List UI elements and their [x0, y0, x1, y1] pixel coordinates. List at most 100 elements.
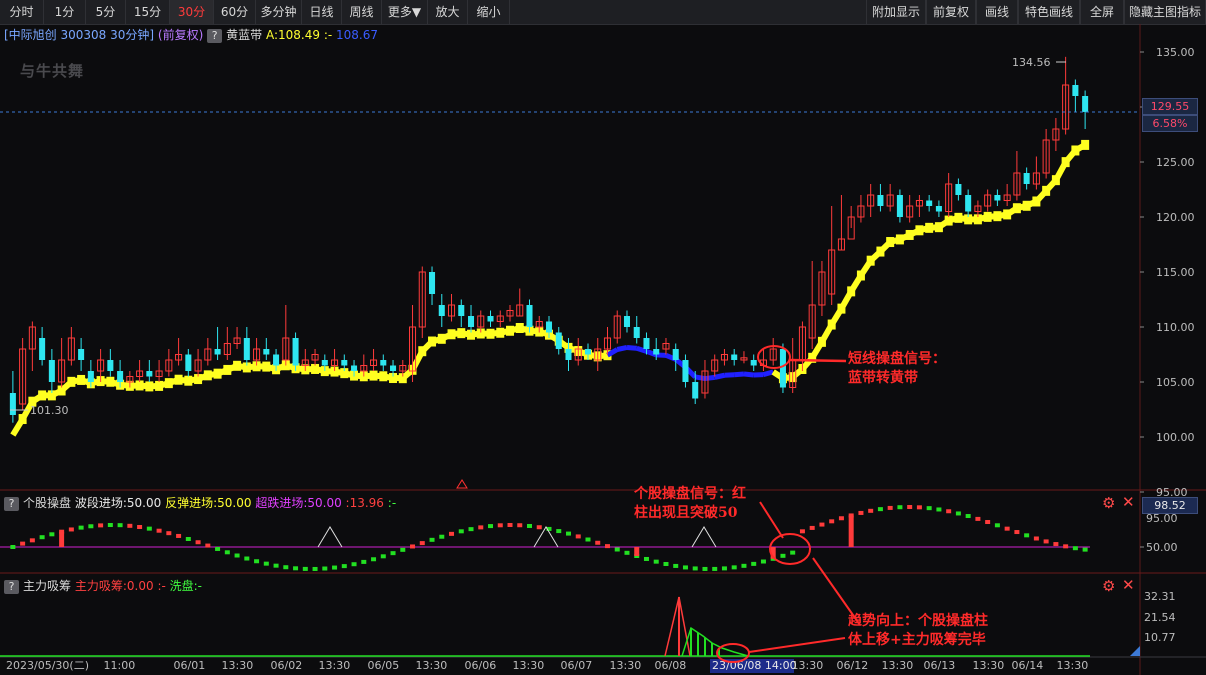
- p2-bar: [1043, 539, 1049, 544]
- candle-body: [341, 360, 348, 366]
- panel2-settings-icon[interactable]: ⚙: [1102, 494, 1115, 512]
- annotation-arrow: [759, 501, 784, 539]
- annotation-short-signal: 短线操盘信号： 蓝带转黄带: [848, 350, 946, 388]
- p2-column: [634, 547, 640, 556]
- main-panel-header: [中际旭创 300308 30分钟] (前复权) ? 黄蓝带 A:108.49 :…: [4, 26, 378, 43]
- low-price-label: 101.30: [30, 404, 69, 417]
- p2-bar: [595, 540, 601, 545]
- candle-body: [438, 305, 445, 316]
- candle-body: [623, 316, 631, 327]
- p2-bar: [673, 563, 679, 568]
- candle-body: [877, 195, 884, 206]
- panel3-settings-icon[interactable]: ⚙: [1102, 577, 1115, 595]
- p2-bar: [449, 531, 455, 536]
- p2-bar: [1053, 542, 1059, 547]
- p2-bar: [985, 520, 991, 525]
- p2-bar: [897, 505, 903, 510]
- candle-body: [78, 349, 85, 360]
- current-pct-tag: 6.58%: [1142, 115, 1198, 132]
- candle-body: [935, 206, 942, 212]
- candle-body: [526, 305, 533, 327]
- panel3-line1: 主力吸筹:0.00: [74, 579, 154, 593]
- price-tick-label: 100.00: [1156, 431, 1195, 444]
- candle-body: [380, 360, 387, 366]
- time-label: 13:30: [319, 659, 351, 672]
- band-segment: [616, 344, 628, 352]
- p2-bar: [682, 565, 688, 570]
- p2-bar: [351, 562, 357, 567]
- candle-body: [185, 354, 192, 371]
- candle-body: [965, 195, 972, 212]
- p2-bar: [838, 516, 844, 521]
- annotation-line: 短线操盘信号：: [848, 351, 946, 367]
- kline-chart[interactable]: 135.00130.00125.00120.00115.00110.00105.…: [0, 0, 1206, 675]
- p2-column: [848, 515, 854, 547]
- help-icon[interactable]: ?: [4, 579, 19, 594]
- candle-body: [994, 195, 1001, 201]
- indicator-name: 黄蓝带: [226, 28, 263, 42]
- stock-title: [中际旭创 300308 30分钟]: [4, 28, 155, 42]
- panel2-line4: :13.96: [345, 496, 384, 510]
- panel2-value-tag: 98.52: [1142, 497, 1198, 514]
- p2-bar: [799, 529, 805, 534]
- panel3-header: ? 主力吸筹 主力吸筹:0.00 :- 洗盘:-: [4, 577, 202, 594]
- help-icon[interactable]: ?: [207, 28, 223, 43]
- annotation-line: 体上移+主力吸筹完毕: [848, 632, 986, 648]
- p2-bar: [556, 529, 562, 534]
- p2-bar: [527, 523, 533, 528]
- panel3-line2: :-: [157, 579, 166, 593]
- candle-body: [545, 321, 553, 333]
- p2-bar: [926, 506, 932, 511]
- p2-bar: [663, 561, 669, 566]
- annotation-line: 个股操盘信号：红: [634, 486, 746, 502]
- time-label: 06/01: [174, 659, 206, 672]
- annotation-line: 柱出现且突破50: [634, 505, 738, 521]
- candle-body: [955, 184, 962, 195]
- panel3-close-icon[interactable]: ✕: [1122, 576, 1135, 594]
- p2-column: [59, 531, 65, 547]
- adjust-mode: (前复权): [157, 28, 204, 42]
- time-label: 06/08: [655, 659, 687, 672]
- candle-body: [555, 332, 562, 349]
- candle-body: [653, 349, 660, 355]
- annotation-line: 趋势向上：个股操盘柱: [848, 613, 988, 629]
- p2-bar: [517, 523, 523, 528]
- time-label: 13:30: [882, 659, 914, 672]
- candle-body: [779, 349, 786, 388]
- band-segment: [733, 371, 745, 378]
- p2-bar: [156, 528, 162, 533]
- p2-bar: [507, 523, 513, 528]
- p2-bar: [88, 524, 94, 529]
- price-tick-label: 125.00: [1156, 156, 1195, 169]
- p3-axis-label: 10.77: [1144, 631, 1176, 644]
- price-tick-label: 110.00: [1156, 321, 1195, 334]
- p2-bar: [643, 556, 649, 561]
- panel2-close-icon[interactable]: ✕: [1122, 493, 1135, 511]
- candle-body: [9, 393, 16, 415]
- annotation-circle: [769, 533, 811, 565]
- price-tick-label: 120.00: [1156, 211, 1195, 224]
- p2-bar: [614, 547, 620, 552]
- p2-bar: [575, 534, 581, 539]
- p2-bar: [1082, 547, 1088, 552]
- p2-bar: [68, 527, 74, 532]
- p2-bar: [332, 565, 338, 570]
- time-label: 06/14: [1012, 659, 1044, 672]
- indicator-sep: :-: [323, 28, 333, 42]
- time-label: 06/12: [837, 659, 869, 672]
- annotation-arrow: [748, 637, 846, 653]
- p2-bar: [858, 510, 864, 515]
- p2-bar: [244, 556, 250, 561]
- p2-bar: [604, 544, 610, 549]
- panel2-line3: 超跌进场:50.00: [255, 496, 342, 510]
- indicator-value-a: A:108.49: [265, 28, 320, 42]
- time-label: 13:30: [973, 659, 1005, 672]
- p2-bar: [1004, 526, 1010, 531]
- price-tick-label: 115.00: [1156, 266, 1195, 279]
- p2-bar: [1063, 544, 1069, 549]
- p2-bar: [78, 525, 84, 530]
- p2-bar: [439, 534, 445, 539]
- p2-bar: [1024, 533, 1030, 538]
- p2-bar: [400, 547, 406, 552]
- help-icon[interactable]: ?: [4, 496, 19, 511]
